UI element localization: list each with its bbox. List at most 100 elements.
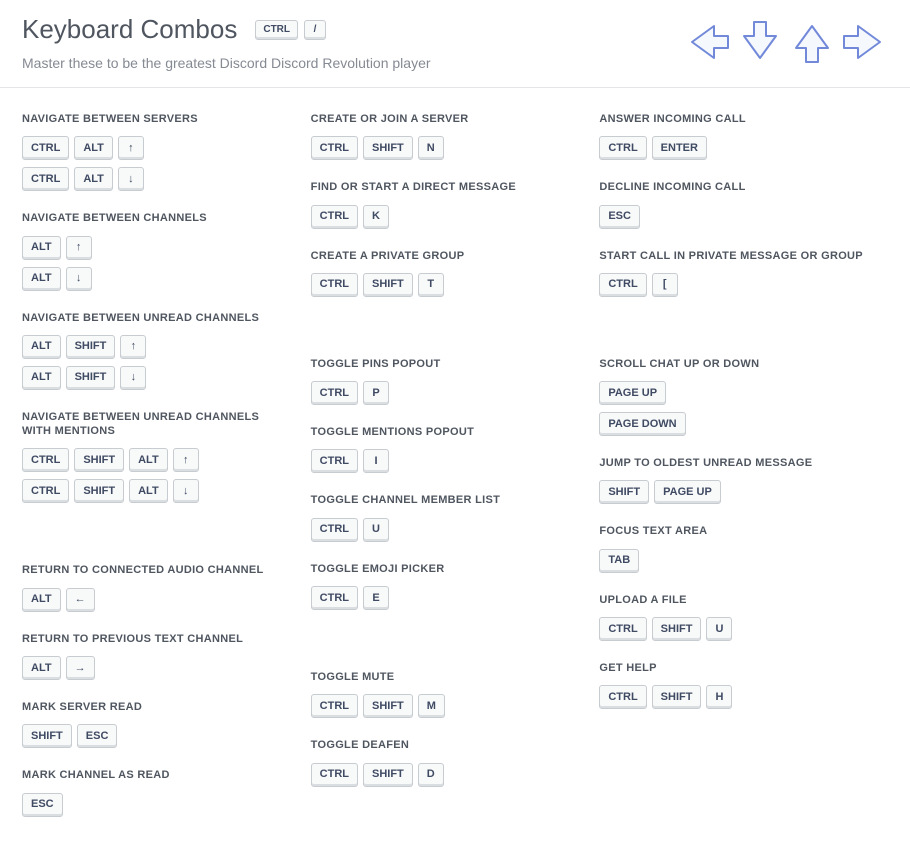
key: E (363, 586, 389, 610)
shortcut-category: MARK SERVER READSHIFTESC (22, 700, 287, 748)
key: [ (652, 273, 678, 297)
category-label: ANSWER INCOMING CALL (599, 112, 864, 126)
key: CTRL (22, 167, 69, 191)
shortcut-category: GET HELPCTRLSHIFTH (599, 661, 864, 709)
key-combo: CTRLK (311, 205, 576, 229)
arrow-up-icon (788, 18, 836, 71)
key-combo: ALT← (22, 588, 287, 612)
category-label: NAVIGATE BETWEEN UNREAD CHANNELS (22, 311, 287, 325)
key-combo: ALTSHIFT↓ (22, 366, 287, 390)
category-label: FOCUS TEXT AREA (599, 524, 864, 538)
key: SHIFT (363, 273, 413, 297)
key: ↓ (66, 267, 92, 291)
key: CTRL (22, 479, 69, 503)
shortcut-category: RETURN TO CONNECTED AUDIO CHANNEL ALT← (22, 563, 287, 611)
page-subtitle: Master these to be the greatest Discord … (22, 55, 431, 71)
key: CTRL (311, 381, 358, 405)
key-combo: CTRLSHIFTT (311, 273, 576, 297)
key: ESC (599, 205, 640, 229)
category-label: TOGGLE EMOJI PICKER (311, 562, 576, 576)
shortcut-column: ANSWER INCOMING CALLCTRLENTERDECLINE INC… (599, 112, 888, 837)
key: SHIFT (66, 335, 116, 359)
shortcut-category: UPLOAD A FILECTRLSHIFTU (599, 593, 864, 641)
key: ESC (77, 724, 118, 748)
category-label: JUMP TO OLDEST UNREAD MESSAGE (599, 456, 864, 470)
category-label: TOGGLE CHANNEL MEMBER LIST (311, 493, 576, 507)
ddr-arrows (684, 18, 888, 71)
key-combo: CTRLSHIFTALT↑ (22, 448, 287, 472)
key: TAB (599, 549, 639, 573)
key: T (418, 273, 444, 297)
key-combo: ESC (599, 205, 864, 229)
key: SHIFT (22, 724, 72, 748)
key-combo: ALT→ (22, 656, 287, 680)
key-combo: CTRLSHIFTU (599, 617, 864, 641)
shortcut-category: RETURN TO PREVIOUS TEXT CHANNEL ALT→ (22, 632, 287, 680)
key: CTRL (311, 763, 358, 787)
key: I (363, 449, 389, 473)
key: SHIFT (363, 763, 413, 787)
key: ↑ (118, 136, 144, 160)
key: CTRL (599, 273, 646, 297)
category-label: GET HELP (599, 661, 864, 675)
key: ALT (22, 335, 61, 359)
shortcut-category: NAVIGATE BETWEEN SERVERSCTRLALT↑CTRLALT↓ (22, 112, 287, 191)
key: CTRL (599, 136, 646, 160)
key: CTRL (311, 136, 358, 160)
key: CTRL (311, 273, 358, 297)
key: CTRL (311, 205, 358, 229)
key: → (66, 656, 95, 680)
key-combo: CTRLSHIFTM (311, 694, 576, 718)
key-combo: CTRLALT↓ (22, 167, 287, 191)
title-row: Keyboard Combos CTRL / (22, 14, 431, 45)
key-combo: CTRLALT↑ (22, 136, 287, 160)
category-label: DECLINE INCOMING CALL (599, 180, 864, 194)
key-combo: ALT↑ (22, 236, 287, 260)
shortcut-category: TOGGLE MUTECTRLSHIFTM (311, 670, 576, 718)
key: ↑ (120, 335, 146, 359)
key: ALT (74, 167, 113, 191)
key-combo: PAGE DOWN (599, 412, 864, 436)
key: CTRL (311, 694, 358, 718)
key-combo: TAB (599, 549, 864, 573)
key: ALT (22, 588, 61, 612)
shortcut-category: TOGGLE CHANNEL MEMBER LISTCTRLU (311, 493, 576, 541)
key-combo: CTRLSHIFTD (311, 763, 576, 787)
shortcut-category: JUMP TO OLDEST UNREAD MESSAGE SHIFTPAGE U… (599, 456, 864, 504)
key-combo: SHIFTESC (22, 724, 287, 748)
category-label: RETURN TO PREVIOUS TEXT CHANNEL (22, 632, 287, 646)
key: ALT (22, 366, 61, 390)
key-combo: CTRLSHIFTN (311, 136, 576, 160)
shortcut-category: NAVIGATE BETWEEN CHANNELS ALT↑ ALT↓ (22, 211, 287, 290)
key: ENTER (652, 136, 707, 160)
key: SHIFT (652, 685, 702, 709)
key: CTRL (311, 449, 358, 473)
arrow-left-icon (684, 18, 732, 71)
key: SHIFT (66, 366, 116, 390)
category-label: NAVIGATE BETWEEN CHANNELS (22, 211, 287, 225)
shortcut-category: FOCUS TEXT AREA TAB (599, 524, 864, 572)
shortcut-category: TOGGLE MENTIONS POPOUTCTRLI (311, 425, 576, 473)
key-combo: CTRLP (311, 381, 576, 405)
key: ↓ (173, 479, 199, 503)
key-combo: ALT↓ (22, 267, 287, 291)
key: K (363, 205, 389, 229)
key-combo: PAGE UP (599, 381, 864, 405)
spacer (311, 630, 576, 670)
key: SHIFT (652, 617, 702, 641)
category-label: RETURN TO CONNECTED AUDIO CHANNEL (22, 563, 287, 577)
key: ALT (22, 656, 61, 680)
key: CTRL (311, 586, 358, 610)
key-combo: SHIFTPAGE UP (599, 480, 864, 504)
key: PAGE UP (599, 381, 666, 405)
key: PAGE UP (654, 480, 721, 504)
spacer (311, 317, 576, 357)
key-combo: CTRLI (311, 449, 576, 473)
key: ↓ (120, 366, 146, 390)
shortcut-category: ANSWER INCOMING CALL CTRLENTER (599, 112, 864, 160)
key: SHIFT (363, 694, 413, 718)
category-label: TOGGLE DEAFEN (311, 738, 576, 752)
key: SHIFT (363, 136, 413, 160)
header: Keyboard Combos CTRL / Master these to b… (0, 0, 910, 88)
title-keys: CTRL / (255, 20, 326, 40)
